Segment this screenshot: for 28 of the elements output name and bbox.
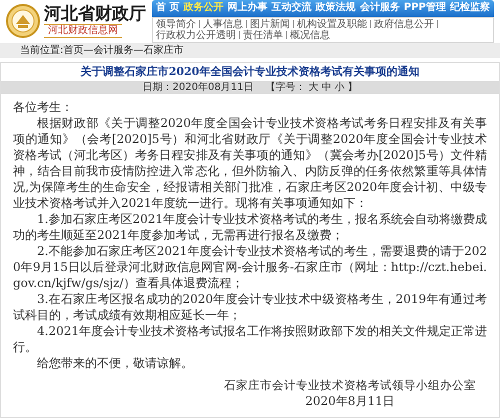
font-size-link[interactable]: 大 xyxy=(308,82,318,94)
sub-nav-link[interactable]: 行政权力公开透明 xyxy=(156,30,236,40)
site-title: 河北省财政厅 xyxy=(44,4,147,24)
font-size-label: 【字号： xyxy=(265,82,306,94)
sub-nav-link[interactable]: 责任清单 xyxy=(243,30,283,40)
bracket-text: 】 xyxy=(347,82,358,94)
sub-nav-link[interactable]: 领导简介 xyxy=(156,18,196,30)
signature-org: 石家庄市会计专业技术资格考试领导小组办公室 xyxy=(224,377,476,393)
sub-nav-link[interactable]: 政府信息公开 xyxy=(374,18,434,30)
sub-nav-link[interactable]: 概况信息 xyxy=(290,30,330,40)
body-paragraph: 3.在石家庄考区报名成功的2020年度会计专业技术中级资格考生，2019年有通过考试科目的，考试成绩有效期相应延长一年； xyxy=(13,291,487,323)
signature-date: 2020年8月11日 xyxy=(305,393,395,409)
emblem-logo xyxy=(6,4,40,38)
publish-date: 日期：2020年08月11日 xyxy=(142,82,254,94)
sub-nav-link[interactable]: 机构设置及职能 xyxy=(297,18,367,30)
site-subtitle: 河北财政信息网 xyxy=(44,24,122,38)
body-paragraph: 给您带来的不便，敬请谅解。 xyxy=(36,355,194,371)
body-paragraph: 1.参加石家庄考区2021年度会计专业技术资格考试的考生，报名系统会自动将缴费成功的考生顺延至2021年度参加考试，无需再进行报名及缴费； xyxy=(13,211,487,243)
body-paragraph: 根据财政部《关于调整2020年度全国会计专业技术资格考试考务日程安排及有关事项的通知》（会考[2020]5号）和河北省财政厅《关于调整2020年度全国会计专业技术资格考试（河北考区）考务日程安排及有关事项的通知》（冀会考办[2020]5号）文件精神，结合目前我市疫情防控进入常态化，但外防输入、内防反弹的任务依然繁重等具体情况,为保障考生的生命安全，经报请相关部门批准，石家庄考区2020年度会计初、中级专业技术资格考试并入2021年度统一进行。现将有关事项通知如下： xyxy=(13,115,487,211)
body-paragraph: 2.不能参加石家庄考区2021年度会计专业技术资格考试的考生，需要退费的请于2020年9月15日以后登录河北财政信息网官网-会计服务-石家庄市（网址：http://czt.hebei.gov.cn/kjfw/gs/sjz/）查看具体退费流程； xyxy=(13,243,487,291)
font-size-link[interactable]: 中 xyxy=(321,82,332,94)
article-title: 关于调整石家庄市2020年全国会计专业技术资格考试有关事项的通知 xyxy=(80,64,420,80)
sub-nav-link[interactable]: 图片新闻 xyxy=(250,18,290,30)
body-paragraph: 4.2021年度会计专业技术资格考试报名工作将按照财政部下发的相关文件规定正常进行。 xyxy=(13,323,487,355)
font-size-link[interactable]: 小 xyxy=(334,82,344,94)
breadcrumb: 当前位置:首页—会计服务—石家庄市 xyxy=(20,44,184,56)
greeting: 各位考生： xyxy=(13,99,74,115)
sub-nav-link[interactable]: 人事信息 xyxy=(203,18,243,30)
